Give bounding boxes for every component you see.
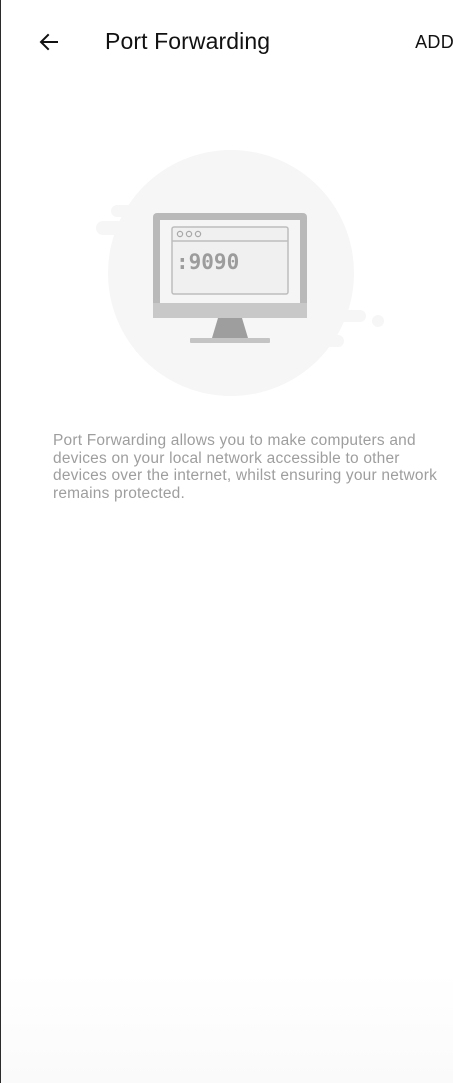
app-frame: Port Forwarding ADD :9090 Port Forwardin… [0, 0, 453, 1083]
add-button[interactable]: ADD [415, 32, 453, 53]
empty-state-description: Port Forwarding allows you to make compu… [53, 432, 438, 502]
back-button[interactable] [31, 24, 67, 60]
top-app-bar: Port Forwarding ADD [1, 0, 453, 84]
empty-state-illustration: :9090 [96, 145, 396, 405]
port-number-text: :9090 [176, 250, 239, 274]
monitor-icon: :9090 [96, 150, 384, 396]
page-title: Port Forwarding [105, 28, 271, 54]
arrow-left-icon [39, 33, 58, 51]
